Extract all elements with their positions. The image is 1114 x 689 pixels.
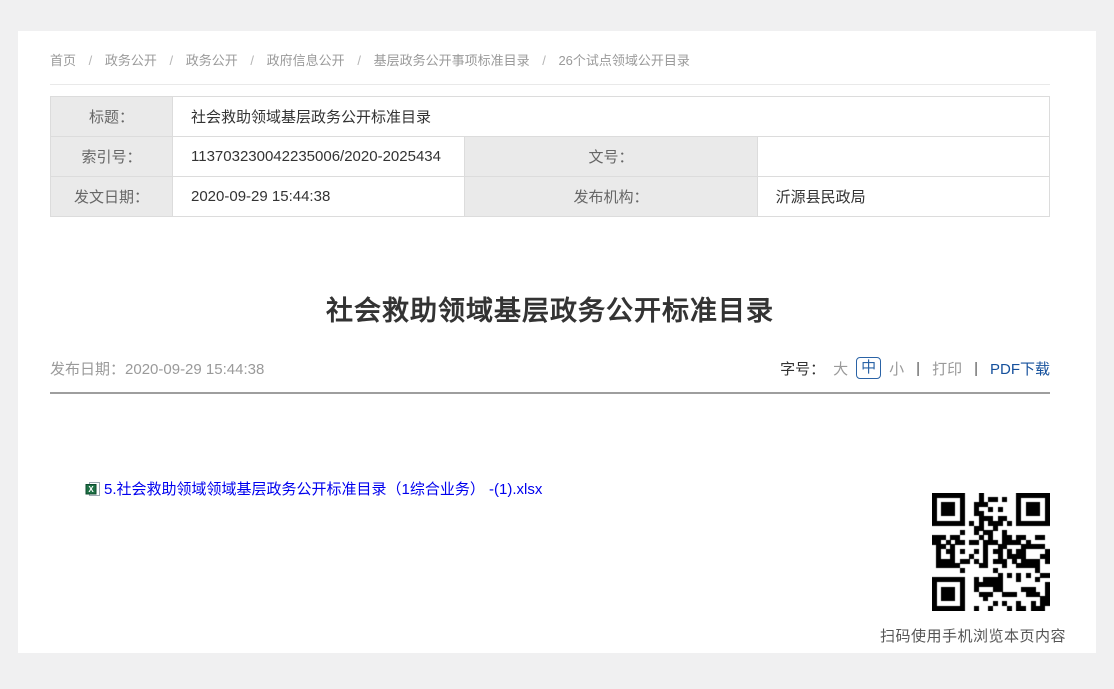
qr-caption: 扫码使用手机浏览本页内容	[880, 625, 1066, 646]
breadcrumb-item-zwgk-2[interactable]: 政务公开	[186, 53, 238, 68]
toolbar-divider: |	[974, 360, 978, 377]
toolbar-divider: |	[916, 360, 920, 377]
publish-date: 发布日期：2020-09-29 15:44:38	[50, 358, 264, 379]
agency-value: 沂源县民政局	[757, 177, 1049, 217]
font-size-medium-button[interactable]: 中	[856, 357, 881, 379]
breadcrumb-item-zwgk-1[interactable]: 政务公开	[105, 53, 157, 68]
content-card: 首页 / 政务公开 / 政务公开 / 政府信息公开 / 基层政务公开事项标准目录…	[18, 31, 1096, 653]
breadcrumb-item-home[interactable]: 首页	[50, 53, 76, 68]
publish-date-label: 发布日期：	[50, 361, 125, 378]
article-meta-row: 发布日期：2020-09-29 15:44:38 字号： 大 中 小 | 打印 …	[50, 357, 1050, 394]
index-number-value: 113703230042235006/2020-2025434	[173, 137, 465, 177]
font-size-large-button[interactable]: 大	[833, 358, 848, 379]
attachment-link[interactable]: 5.社会救助领域领域基层政务公开标准目录（1综合业务） -(1).xlsx	[104, 478, 542, 499]
table-row: 索引号： 113703230042235006/2020-2025434 文号：	[51, 137, 1050, 177]
toolbar: 字号： 大 中 小 | 打印 | PDF下载	[780, 357, 1050, 379]
qr-code	[932, 493, 1050, 611]
page-title: 社会救助领域基层政务公开标准目录	[50, 289, 1050, 328]
issue-date-value: 2020-09-29 15:44:38	[173, 177, 465, 217]
excel-file-icon: X	[85, 481, 101, 497]
font-size-small-button[interactable]: 小	[889, 358, 904, 379]
breadcrumb-item-current: 26个试点领域公开目录	[558, 53, 689, 68]
title-label: 标题：	[51, 97, 173, 137]
table-row: 发文日期： 2020-09-29 15:44:38 发布机构： 沂源县民政局	[51, 177, 1050, 217]
breadcrumb-separator: /	[357, 53, 361, 68]
meta-table: 标题： 社会救助领域基层政务公开标准目录 索引号： 11370323004223…	[50, 96, 1050, 217]
font-size-label: 字号：	[780, 358, 825, 379]
qr-block: 扫码使用手机浏览本页内容	[880, 493, 1066, 646]
table-row: 标题： 社会救助领域基层政务公开标准目录	[51, 97, 1050, 137]
publish-date-value: 2020-09-29 15:44:38	[125, 361, 264, 378]
breadcrumb-separator: /	[89, 53, 93, 68]
svg-text:X: X	[88, 485, 94, 494]
breadcrumb-separator: /	[170, 53, 174, 68]
index-number-label: 索引号：	[51, 137, 173, 177]
agency-label: 发布机构：	[465, 177, 757, 217]
title-value: 社会救助领域基层政务公开标准目录	[173, 97, 1050, 137]
breadcrumb-item-standard-catalog[interactable]: 基层政务公开事项标准目录	[374, 53, 530, 68]
issue-date-label: 发文日期：	[51, 177, 173, 217]
breadcrumb-separator: /	[542, 53, 546, 68]
doc-number-value	[757, 137, 1049, 177]
doc-number-label: 文号：	[465, 137, 757, 177]
breadcrumb: 首页 / 政务公开 / 政务公开 / 政府信息公开 / 基层政务公开事项标准目录…	[50, 31, 1050, 85]
breadcrumb-item-gov-info[interactable]: 政府信息公开	[267, 53, 345, 68]
print-button[interactable]: 打印	[932, 358, 962, 379]
pdf-download-button[interactable]: PDF下载	[990, 358, 1050, 379]
breadcrumb-separator: /	[250, 53, 254, 68]
